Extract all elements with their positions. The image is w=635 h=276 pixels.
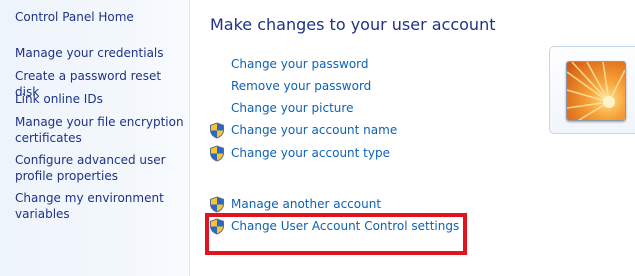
manage-another-account-label: Manage another account — [231, 197, 382, 211]
change-account-name-link[interactable]: Change your account name — [209, 121, 397, 139]
orange-flower-image — [567, 62, 625, 120]
uac-shield-icon — [209, 122, 225, 139]
remove-password-label: Remove your password — [231, 79, 372, 93]
change-environment-variables-link[interactable]: Change my environment variables — [15, 190, 185, 222]
configure-advanced-profile-properties-link[interactable]: Configure advanced user profile properti… — [15, 152, 185, 184]
change-account-name-label: Change your account name — [231, 123, 398, 137]
change-picture-link[interactable]: Change your picture — [209, 99, 353, 117]
change-picture-label: Change your picture — [231, 101, 354, 115]
uac-shield-icon — [209, 196, 225, 213]
left-navigation-pane: Control Panel Home Manage your credentia… — [0, 0, 190, 276]
account-picture — [566, 61, 626, 121]
control-panel-home-link[interactable]: Control Panel Home — [15, 9, 185, 25]
remove-password-link[interactable]: Remove your password — [209, 77, 371, 95]
change-account-type-label: Change your account type — [231, 146, 390, 160]
highlight-annotation-box — [205, 213, 467, 255]
manage-file-encryption-certificates-link[interactable]: Manage your file encryption certificates — [15, 114, 185, 146]
link-online-ids-link[interactable]: Link online IDs — [15, 91, 185, 107]
page-title: Make changes to your user account — [210, 15, 496, 34]
change-password-link[interactable]: Change your password — [209, 55, 369, 73]
change-password-label: Change your password — [231, 57, 369, 71]
uac-shield-icon — [209, 145, 225, 162]
manage-credentials-link[interactable]: Manage your credentials — [15, 45, 185, 61]
manage-another-account-link[interactable]: Manage another account — [209, 195, 381, 213]
account-picture-frame — [549, 46, 635, 134]
change-account-type-link[interactable]: Change your account type — [209, 144, 390, 162]
